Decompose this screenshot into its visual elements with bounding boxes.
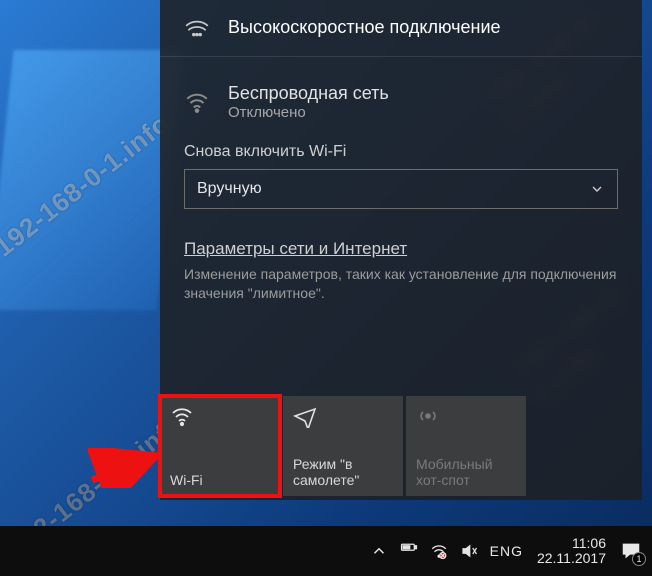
volume-icon[interactable] [460,542,478,560]
connection-title: Высокоскоростное подключение [228,17,501,38]
tray-chevron-up-icon[interactable] [370,542,388,560]
chevron-down-icon [589,181,605,197]
settings-description: Изменение параметров, таких как установл… [184,265,618,303]
battery-icon[interactable] [400,542,418,560]
hotspot-icon [416,404,516,428]
hotspot-tile[interactable]: Мобильный хот-спот [406,396,526,496]
tile-label: Режим "в самолете" [293,456,393,488]
clock-time: 11:06 [572,536,606,551]
wifi-icon [184,89,210,115]
action-center-icon[interactable]: 1 [620,540,642,562]
connection-broadband[interactable]: Высокоскоростное подключение [160,0,642,57]
network-tray-icon[interactable] [430,542,448,560]
system-tray: ENG [370,542,523,560]
desktop: 192-168-0-1.info 192-168-0-1.info 192-16… [0,0,652,576]
reenable-dropdown[interactable]: Вручную [184,169,618,209]
broadband-icon [184,14,210,40]
taskbar: ENG 11:06 22.11.2017 1 [0,526,652,576]
annotation-arrow [88,448,168,488]
tile-label: Мобильный хот-спот [416,456,516,488]
tile-label: Wi-Fi [170,472,270,488]
network-settings-link[interactable]: Параметры сети и Интернет [184,239,618,259]
wifi-tile[interactable]: Wi-Fi [160,396,280,496]
connection-title: Беспроводная сеть [228,83,389,104]
clock[interactable]: 11:06 22.11.2017 [537,536,606,567]
connection-status: Отключено [228,104,389,121]
airplane-icon [293,404,393,428]
dropdown-value: Вручную [197,180,262,198]
watermark: 192-168-0-1.info [0,108,176,263]
wifi-icon [170,404,270,428]
settings-section: Параметры сети и Интернет Изменение пара… [160,209,642,303]
connection-wireless[interactable]: Беспроводная сеть Отключено [160,57,642,137]
quick-action-tiles: Wi-Fi Режим "в самолете" Мобильный хот-с… [160,396,526,496]
reenable-label: Снова включить Wi-Fi [184,143,618,161]
reenable-section: Снова включить Wi-Fi Вручную [160,137,642,209]
clock-date: 22.11.2017 [537,551,606,566]
language-indicator[interactable]: ENG [490,543,523,559]
airplane-tile[interactable]: Режим "в самолете" [283,396,403,496]
notification-count: 1 [632,552,646,566]
